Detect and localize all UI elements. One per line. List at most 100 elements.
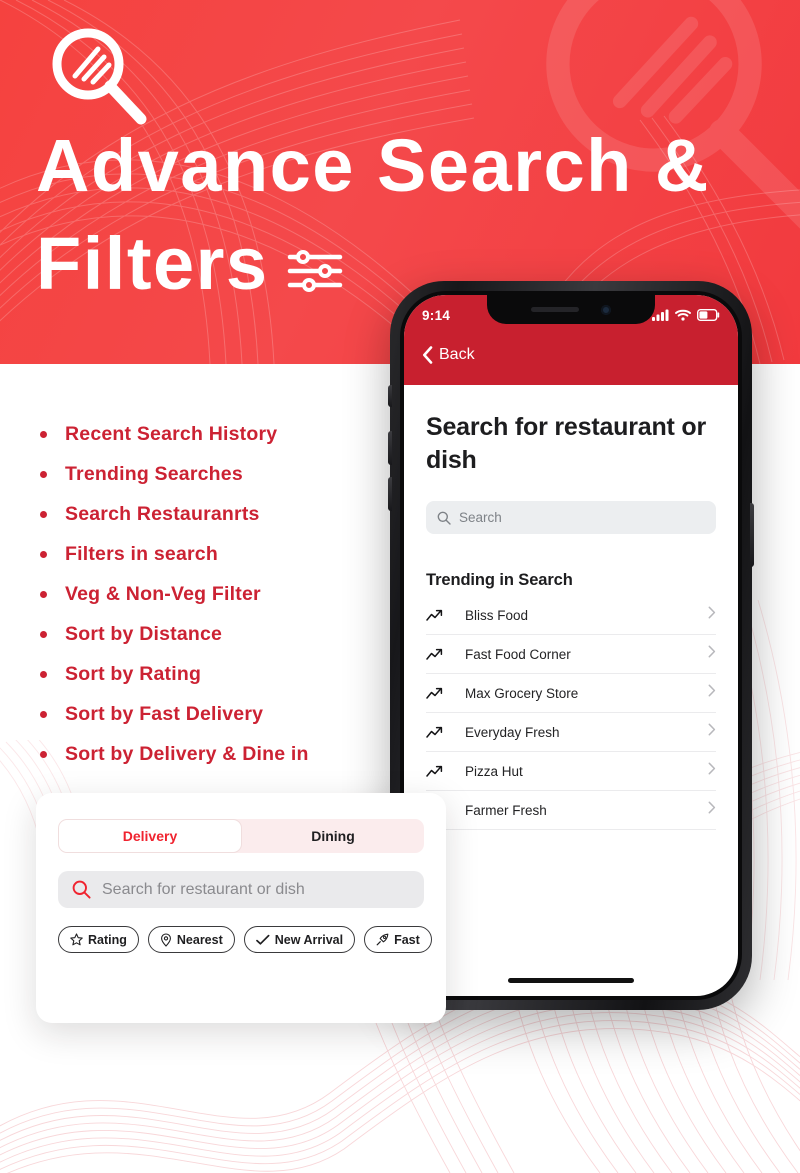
trending-item-label: Farmer Fresh xyxy=(465,802,547,818)
trending-up-icon xyxy=(426,765,448,778)
magnifier-logo-icon xyxy=(52,28,147,125)
trending-item-label: Max Grocery Store xyxy=(465,685,579,701)
bullet-dot-icon xyxy=(40,510,47,518)
check-icon xyxy=(255,934,270,945)
chip-fast[interactable]: Fast xyxy=(364,926,432,953)
bullet-dot-icon xyxy=(40,750,47,758)
phone-screen: 9:14 Back Search for restaurant or dish … xyxy=(404,295,738,996)
trending-item-label: Fast Food Corner xyxy=(465,646,571,662)
home-indicator[interactable] xyxy=(508,978,634,983)
trending-up-icon xyxy=(426,648,448,661)
volume-down-button[interactable] xyxy=(388,477,392,511)
list-item[interactable]: Max Grocery Store xyxy=(426,674,716,713)
chevron-right-icon xyxy=(708,645,716,663)
phone-bezel: 9:14 Back Search for restaurant or dish … xyxy=(400,291,742,1000)
list-item: Filters in search xyxy=(40,534,400,574)
chevron-right-icon xyxy=(708,762,716,780)
tab-dining[interactable]: Dining xyxy=(242,819,424,853)
chevron-right-icon xyxy=(708,723,716,741)
app-content: Search for restaurant or dish Search Tre… xyxy=(404,385,738,830)
filter-card: Delivery Dining Search for restaurant or… xyxy=(36,793,446,1023)
delivery-dining-tabs: Delivery Dining xyxy=(58,819,424,853)
list-item: Search Restauranrts xyxy=(40,494,400,534)
list-item[interactable]: Everyday Fresh xyxy=(426,713,716,752)
power-button[interactable] xyxy=(750,503,754,567)
feature-label: Veg & Non-Veg Filter xyxy=(65,582,261,605)
list-item[interactable]: Farmer Fresh xyxy=(426,791,716,830)
earpiece-speaker-icon xyxy=(531,307,579,312)
chip-rating[interactable]: Rating xyxy=(58,926,139,953)
trending-list: Bliss Food Fast Food Corner Max Grocery … xyxy=(426,596,716,830)
feature-label: Search Restauranrts xyxy=(65,502,260,525)
back-button[interactable]: Back xyxy=(439,346,475,364)
chevron-right-icon xyxy=(708,801,716,819)
bullet-dot-icon xyxy=(40,710,47,718)
chip-label: Nearest xyxy=(176,932,223,947)
bullet-dot-icon xyxy=(40,430,47,438)
trending-up-icon xyxy=(426,609,448,622)
list-item[interactable]: Pizza Hut xyxy=(426,752,716,791)
chevron-left-icon[interactable] xyxy=(422,346,433,364)
trending-item-label: Pizza Hut xyxy=(465,763,523,779)
screen-title: Search for restaurant or dish xyxy=(426,413,707,474)
bullet-dot-icon xyxy=(40,470,47,478)
trending-item-label: Everyday Fresh xyxy=(465,724,560,740)
list-item: Sort by Distance xyxy=(40,614,400,654)
search-icon xyxy=(72,880,91,899)
feature-label: Sort by Distance xyxy=(65,622,223,645)
cellular-signal-icon xyxy=(652,309,669,321)
feature-label: Sort by Fast Delivery xyxy=(65,702,264,725)
chip-new-arrival[interactable]: New Arrival xyxy=(243,926,356,953)
chip-label: Rating xyxy=(88,932,127,947)
nav-bar: Back xyxy=(422,335,720,375)
bullet-dot-icon xyxy=(40,550,47,558)
trending-heading: Trending in Search xyxy=(426,571,573,589)
phone-notch xyxy=(487,295,655,324)
list-item: Sort by Delivery & Dine in xyxy=(40,734,400,774)
trending-up-icon xyxy=(426,687,448,700)
battery-icon xyxy=(697,309,720,321)
trending-item-label: Bliss Food xyxy=(465,607,529,623)
rocket-icon xyxy=(376,933,389,946)
feature-label: Sort by Delivery & Dine in xyxy=(65,742,309,765)
bullet-dot-icon xyxy=(40,670,47,678)
volume-up-button[interactable] xyxy=(388,431,392,465)
chip-label: Fast xyxy=(394,932,420,947)
front-camera-icon xyxy=(601,304,611,315)
status-icons xyxy=(652,309,720,321)
list-item: Sort by Rating xyxy=(40,654,400,694)
search-placeholder: Search xyxy=(459,510,502,525)
list-item[interactable]: Fast Food Corner xyxy=(426,635,716,674)
filter-chips: Rating Nearest New Arrival Fast xyxy=(58,926,432,953)
trending-up-icon xyxy=(426,726,448,739)
list-item: Veg & Non-Veg Filter xyxy=(40,574,400,614)
page-title-second-line: Filters xyxy=(36,222,269,305)
wifi-icon xyxy=(675,309,691,321)
list-item: Sort by Fast Delivery xyxy=(40,694,400,734)
chevron-right-icon xyxy=(708,684,716,702)
restaurant-search-input[interactable]: Search for restaurant or dish xyxy=(58,871,424,908)
list-item[interactable]: Bliss Food xyxy=(426,596,716,635)
list-item: Trending Searches xyxy=(40,454,400,494)
search-input[interactable]: Search xyxy=(426,501,716,534)
chip-nearest[interactable]: Nearest xyxy=(147,926,235,953)
status-time: 9:14 xyxy=(422,307,451,323)
feature-label: Trending Searches xyxy=(65,462,243,485)
filter-sliders-icon xyxy=(287,250,342,292)
page-subtitle-row: Filters xyxy=(36,216,343,312)
feature-label: Recent Search History xyxy=(65,422,278,445)
list-item: Recent Search History xyxy=(40,414,400,454)
feature-list: Recent Search History Trending Searches … xyxy=(40,414,400,774)
chevron-right-icon xyxy=(708,606,716,624)
page-title: Advance Search & xyxy=(36,124,710,207)
silent-switch[interactable] xyxy=(388,385,392,407)
chip-label: New Arrival xyxy=(274,932,344,947)
bullet-dot-icon xyxy=(40,590,47,598)
search-placeholder: Search for restaurant or dish xyxy=(102,880,305,898)
star-icon xyxy=(70,933,83,946)
search-icon xyxy=(437,511,451,525)
bullet-dot-icon xyxy=(40,630,47,638)
location-pin-icon xyxy=(160,932,171,947)
tab-delivery[interactable]: Delivery xyxy=(58,819,242,853)
feature-label: Filters in search xyxy=(65,542,218,565)
